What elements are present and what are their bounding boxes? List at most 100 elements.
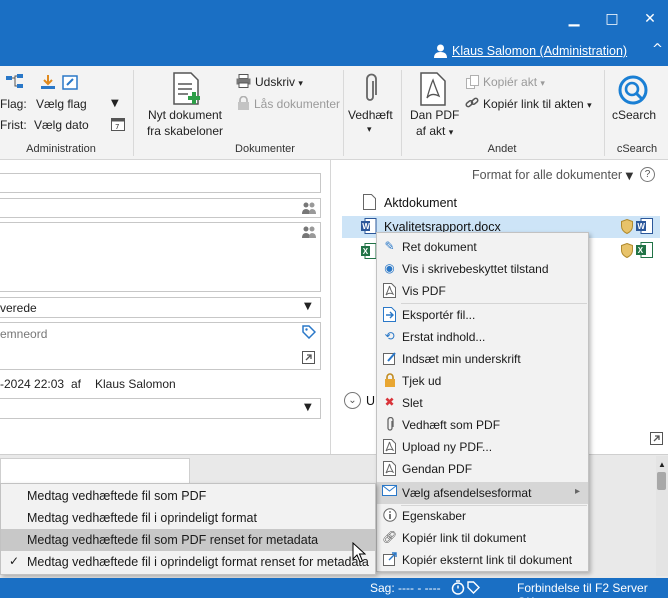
user-link[interactable]: Klaus Salomon (Administration) — [452, 44, 627, 58]
help-icon[interactable]: ? — [640, 167, 655, 182]
print-label[interactable]: Udskriv — [255, 75, 295, 89]
menu-item-view-readonly[interactable]: ◉ Vis i skrivebeskyttet tilstand — [377, 258, 588, 280]
lock-documents-button[interactable]: Lås dokumenter — [254, 97, 340, 111]
menu-item-attach-as-pdf[interactable]: Vedhæft som PDF — [377, 414, 588, 436]
menu-item-copy-link[interactable]: 🔗︎ Kopiér link til dokument — [377, 527, 588, 549]
keywords-field[interactable] — [0, 322, 321, 370]
participants-field[interactable] — [0, 222, 321, 292]
pdf-document-icon[interactable] — [419, 72, 447, 106]
replace-icon: ⟲ — [384, 329, 395, 343]
pdf-icon — [382, 283, 397, 298]
copy-record-button[interactable]: Kopiér akt ▾ — [483, 75, 545, 89]
ribbon-divider — [401, 70, 402, 156]
responsible-field[interactable] — [0, 198, 321, 218]
new-document-button[interactable]: Nyt dokument — [145, 108, 225, 122]
eye-icon: ◉ — [384, 261, 395, 275]
create-pdf-label[interactable]: af akt — [416, 124, 445, 138]
tag-icon[interactable] — [302, 325, 316, 339]
chevron-down-circle-icon[interactable]: ⌄ — [344, 392, 361, 409]
people-icon[interactable] — [302, 226, 316, 238]
flag-select[interactable]: Vælg flag — [36, 97, 87, 111]
document-row-main[interactable]: Aktdokument — [384, 196, 457, 210]
format-chevron-icon[interactable]: ▼ — [626, 171, 634, 182]
link-icon: 🔗︎ — [382, 530, 398, 544]
hierarchy-icon[interactable] — [6, 74, 24, 90]
scrollbar-thumb[interactable] — [657, 472, 666, 490]
new-document-button-line2[interactable]: fra skabeloner — [145, 124, 225, 138]
csearch-icon[interactable] — [617, 74, 649, 106]
minimize-button[interactable]: ▁ — [562, 8, 586, 30]
menu-item-export-file[interactable]: Eksportér fil... — [377, 304, 588, 326]
context-menu: ✎ Ret dokument ◉ Vis i skrivebeskyttet t… — [376, 232, 589, 572]
submenu-item-attach-pdf-clean[interactable]: Medtag vedhæftede fil som PDF renset for… — [1, 529, 375, 551]
submenu-item-attach-original[interactable]: Medtag vedhæftede fil i oprindeligt form… — [1, 507, 375, 529]
calendar-icon[interactable]: 7 — [111, 117, 125, 131]
word-file-icon: W — [361, 218, 377, 234]
expand-icon[interactable] — [650, 432, 663, 445]
attach-dropdown-icon[interactable]: ▾ — [367, 124, 372, 135]
menu-item-edit-document[interactable]: ✎ Ret dokument — [377, 236, 588, 258]
stopwatch-icon[interactable] — [451, 580, 465, 595]
deadline-input[interactable]: Vælg dato — [34, 118, 89, 132]
menu-item-label: Ret dokument — [402, 240, 477, 254]
excel-file-icon: X — [636, 242, 653, 258]
title-field[interactable] — [0, 173, 321, 193]
new-document-icon[interactable] — [172, 72, 204, 106]
create-pdf-button[interactable]: Dan PDF — [410, 108, 459, 122]
print-button[interactable]: Udskriv ▾ — [255, 75, 303, 89]
download-icon[interactable] — [40, 74, 56, 90]
menu-item-restore-pdf[interactable]: Gendan PDF — [377, 458, 588, 480]
ribbon-divider — [133, 70, 134, 156]
menu-item-properties[interactable]: Egenskaber — [377, 505, 588, 527]
submenu-item-label: Medtag vedhæftede fil i oprindeligt form… — [27, 511, 257, 525]
menu-item-label: Erstat indhold... — [402, 330, 486, 344]
submenu-item-attach-original-clean[interactable]: ✓ Medtag vedhæftede fil i oprindeligt fo… — [1, 551, 375, 573]
attach-button[interactable]: Vedhæft — [348, 108, 393, 122]
checkmark-icon: ✓ — [9, 554, 20, 568]
category-select[interactable] — [0, 398, 321, 419]
partial-label: U — [366, 394, 376, 408]
menu-item-replace-content[interactable]: ⟲ Erstat indhold... — [377, 326, 588, 348]
close-button[interactable]: ✕ — [638, 8, 662, 30]
upload-pdf-icon — [382, 439, 397, 454]
paperclip-icon[interactable] — [362, 73, 378, 105]
bottom-panel-field[interactable] — [0, 458, 190, 484]
scroll-up-icon[interactable]: ▲ — [658, 460, 666, 469]
menu-item-label: Eksportér fil... — [402, 308, 476, 322]
category-dropdown-icon[interactable]: ▼ — [304, 402, 312, 413]
menu-item-label: Vis i skrivebeskyttet tilstand — [402, 262, 549, 276]
menu-item-view-pdf[interactable]: Vis PDF — [377, 280, 588, 302]
status-dropdown-icon[interactable]: ▼ — [304, 301, 312, 312]
menu-item-label: Vis PDF — [402, 284, 446, 298]
submenu-item-attach-pdf[interactable]: Medtag vedhæftede fil som PDF — [1, 485, 375, 507]
tag-icon[interactable] — [467, 581, 480, 594]
menu-item-copy-external-link[interactable]: Kopiér eksternt link til dokument — [377, 549, 588, 571]
menu-item-upload-pdf[interactable]: Upload ny PDF... — [377, 436, 588, 458]
lock-icon — [238, 96, 249, 110]
copy-link-label[interactable]: Kopiér link til akten — [483, 97, 584, 111]
people-icon[interactable] — [302, 202, 316, 214]
calendar-edit-icon[interactable] — [62, 74, 78, 90]
csearch-button[interactable]: cSearch — [612, 108, 656, 122]
flag-dropdown-icon[interactable]: ▼ — [111, 98, 119, 109]
menu-item-insert-signature[interactable]: Indsæt min underskrift — [377, 348, 588, 370]
maximize-button[interactable]: □ — [600, 8, 624, 30]
format-all-documents-link[interactable]: Format for alle dokumenter ▼ — [472, 168, 633, 182]
copy-record-label[interactable]: Kopiér akt — [483, 75, 537, 89]
created-by-af: af — [71, 377, 82, 391]
copy-link-button[interactable]: Kopiér link til akten ▾ — [483, 97, 592, 111]
info-icon — [382, 508, 397, 523]
menu-item-select-send-format[interactable]: Vælg afsendelsesformat ▸ — [377, 482, 588, 504]
format-all-documents-label[interactable]: Format for alle dokumenter — [472, 168, 622, 182]
menu-item-delete[interactable]: ✖ Slet — [377, 392, 588, 414]
menu-item-check-out[interactable]: Tjek ud — [377, 370, 588, 392]
expand-icon[interactable] — [302, 351, 315, 364]
create-pdf-button-line2[interactable]: af akt ▾ — [416, 124, 453, 138]
shield-icon — [621, 243, 633, 258]
send-format-icon — [382, 485, 397, 500]
send-format-submenu: Medtag vedhæftede fil som PDF Medtag ved… — [0, 483, 376, 575]
collapse-ribbon-icon[interactable]: ^ — [652, 42, 663, 57]
status-select[interactable] — [0, 297, 321, 318]
svg-text:X: X — [638, 246, 644, 255]
delete-icon: ✖ — [384, 395, 395, 409]
